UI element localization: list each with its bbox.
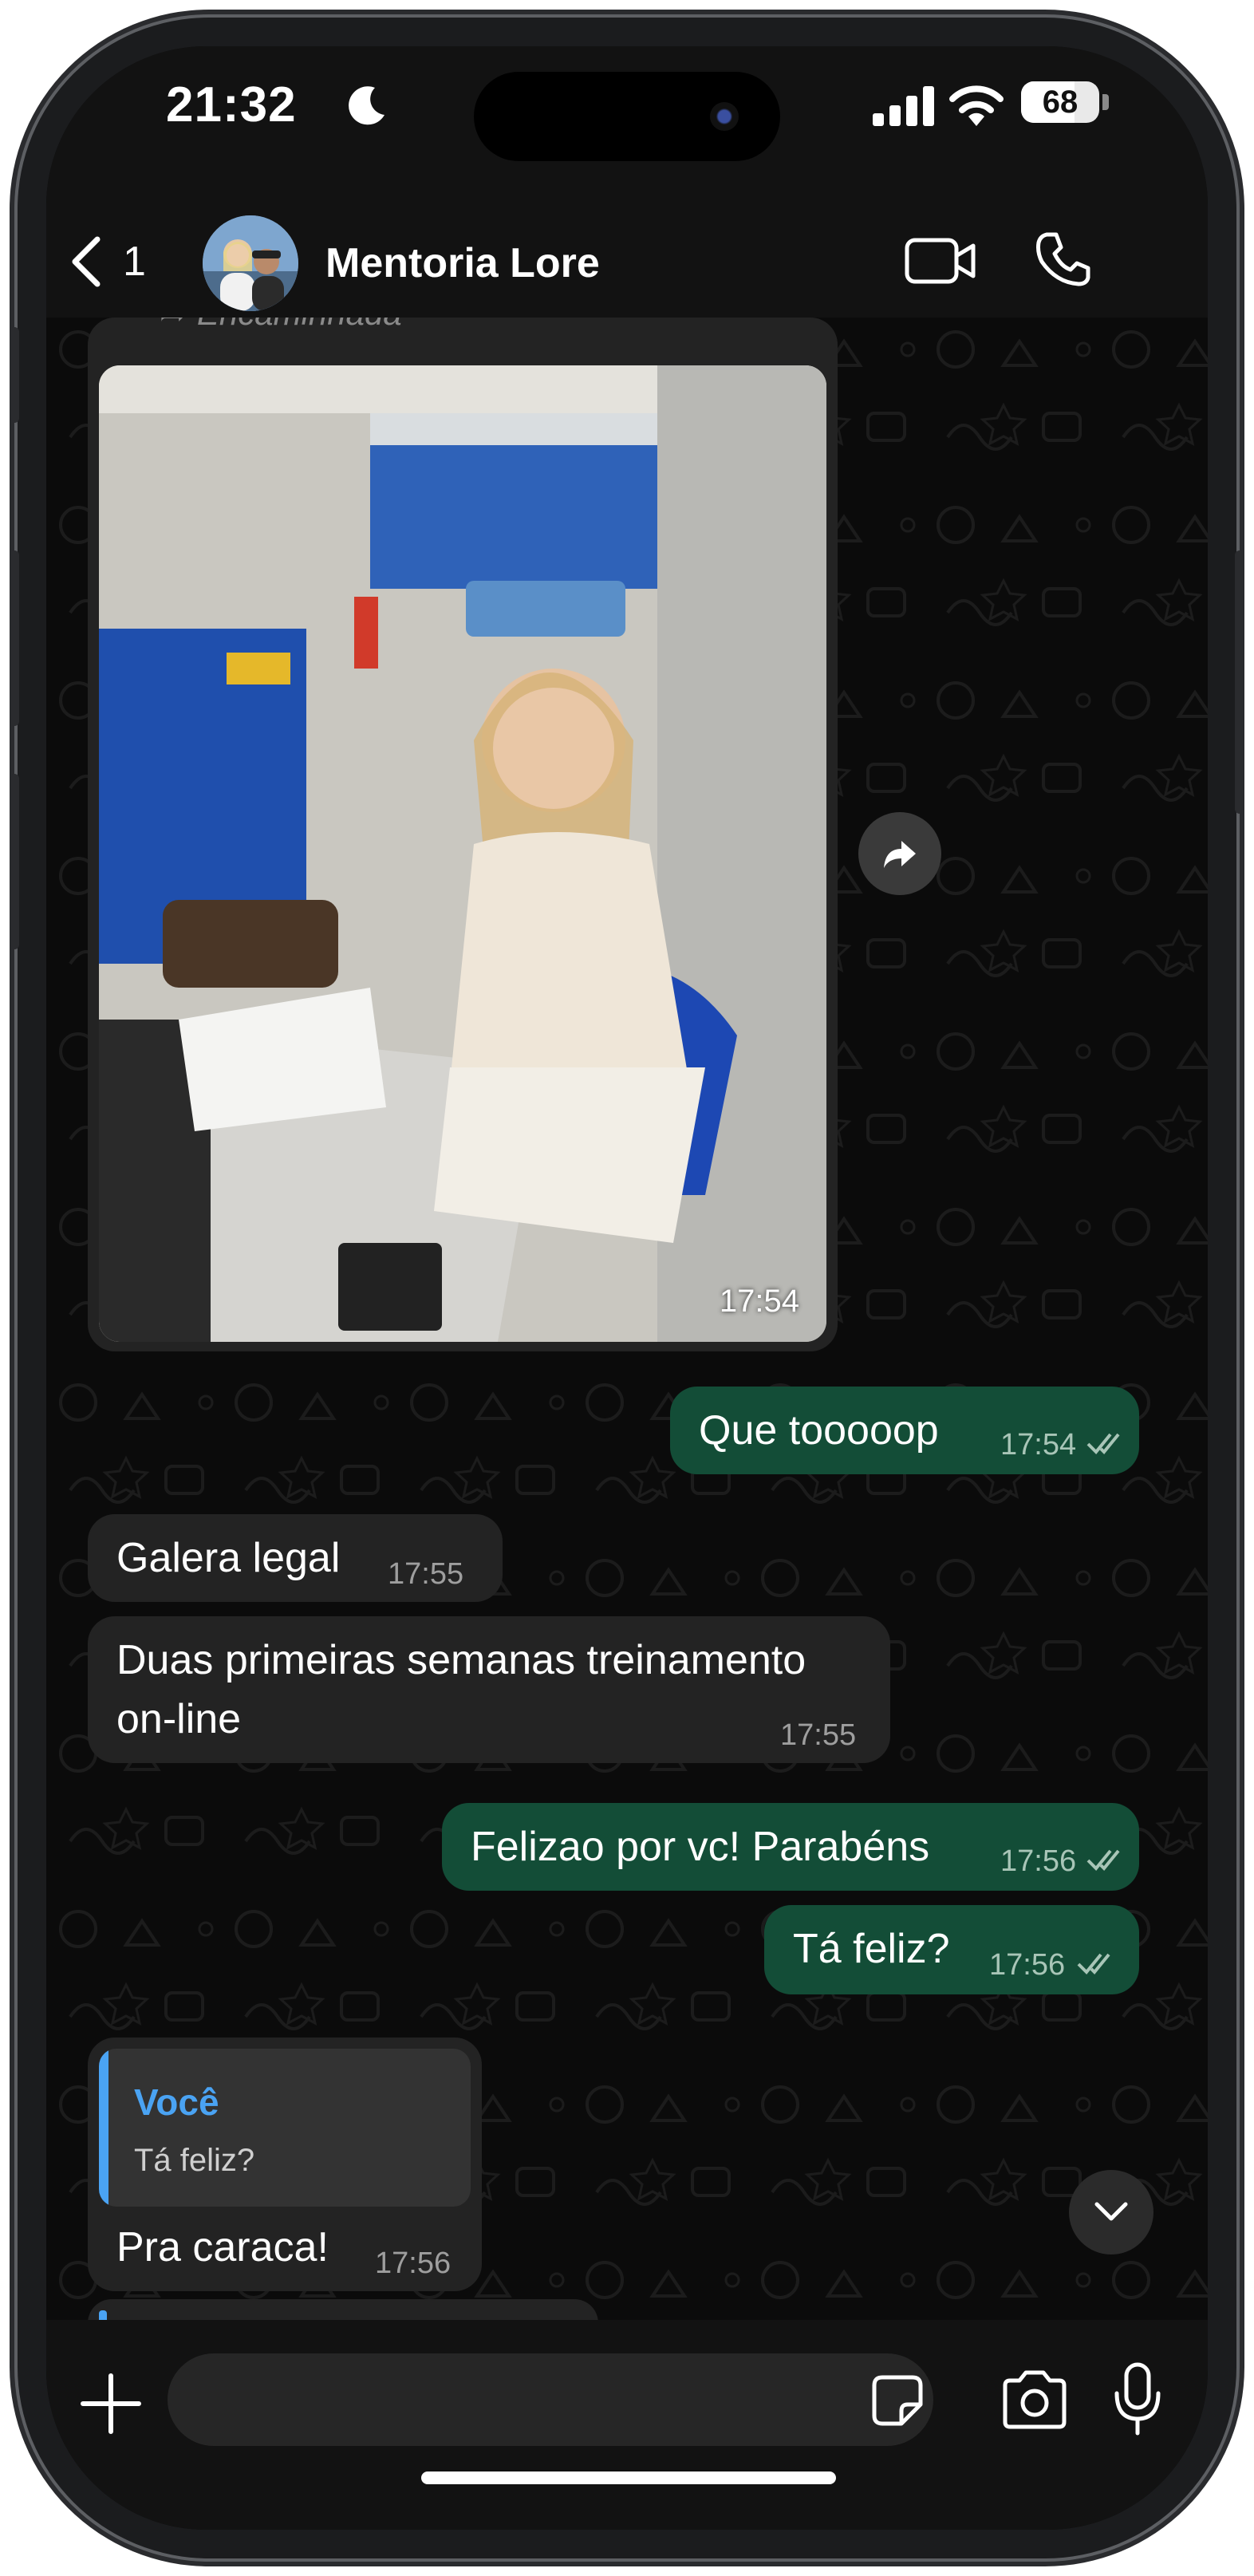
avatar-photo bbox=[203, 215, 298, 311]
message-text: Galera legal bbox=[116, 1535, 341, 1581]
message-timestamp: 17:55 bbox=[780, 1718, 857, 1752]
message-timestamp: 17:56 bbox=[989, 1948, 1066, 1982]
reply-accent-bar bbox=[99, 2049, 108, 2207]
message-text: Tá feliz? bbox=[793, 1926, 950, 1972]
message-timestamp: 17:56 bbox=[375, 2247, 452, 2280]
scroll-to-bottom-button[interactable] bbox=[1069, 2170, 1153, 2254]
incoming-message[interactable]: Duas primeiras semanas treinamento on-li… bbox=[88, 1616, 890, 1763]
chevron-left-icon bbox=[72, 236, 101, 287]
forward-arrow-icon: ➦ bbox=[160, 318, 197, 332]
power-button bbox=[1235, 550, 1244, 814]
dynamic-island bbox=[474, 72, 780, 161]
incoming-reply-message[interactable]: Você Tá feliz? Pra caraca! 17:56 bbox=[88, 2038, 482, 2291]
forwarded-image-message[interactable]: ➦ Encaminhada bbox=[88, 318, 838, 1351]
chat-messages[interactable]: ➦ Encaminhada bbox=[46, 318, 1208, 2320]
video-camera-icon[interactable] bbox=[905, 238, 976, 284]
front-camera bbox=[710, 102, 739, 131]
forwarded-label: ➦ Encaminhada bbox=[160, 318, 402, 333]
outgoing-message[interactable]: Felizao por vc! Parabéns 17:56 bbox=[442, 1803, 1139, 1891]
message-timestamp: 17:56 bbox=[1000, 1844, 1077, 1878]
volume-down-button bbox=[10, 774, 19, 949]
message-timestamp: 17:55 bbox=[388, 1557, 464, 1591]
message-input[interactable] bbox=[168, 2353, 933, 2446]
cellular-signal-icon bbox=[873, 86, 934, 126]
volume-up-button bbox=[10, 550, 19, 726]
microphone-icon[interactable] bbox=[1112, 2361, 1163, 2438]
reply-accent-bar bbox=[99, 2310, 107, 2320]
read-ticks-icon bbox=[1086, 1433, 1120, 1454]
message-timestamp: 17:54 bbox=[1000, 1428, 1077, 1462]
outgoing-message[interactable]: Que tooooop 17:54 bbox=[670, 1387, 1139, 1474]
forwarded-label-text: Encaminhada bbox=[197, 318, 402, 332]
chat-header: 1 Mentoria Lore bbox=[46, 206, 1208, 318]
incoming-message[interactable]: Galera legal 17:55 bbox=[88, 1514, 503, 1602]
moon-icon bbox=[349, 86, 384, 125]
avatar[interactable] bbox=[203, 215, 298, 311]
message-composer bbox=[46, 2320, 1208, 2530]
share-icon bbox=[884, 841, 916, 868]
share-button[interactable] bbox=[858, 812, 941, 895]
message-text: Felizao por vc! Parabéns bbox=[471, 1824, 930, 1870]
image-timestamp: 17:54 bbox=[719, 1284, 799, 1319]
home-indicator[interactable] bbox=[421, 2471, 836, 2484]
read-ticks-icon bbox=[1077, 1953, 1110, 1974]
camera-icon[interactable] bbox=[1000, 2368, 1069, 2432]
message-text-line2: on-line bbox=[116, 1696, 242, 1742]
chevron-down-icon bbox=[1094, 2202, 1128, 2221]
status-time: 21:32 bbox=[166, 77, 297, 132]
photo-image bbox=[99, 365, 826, 1342]
quoted-reply[interactable]: Você Tá feliz? bbox=[99, 2049, 471, 2207]
message-text-line1: Duas primeiras semanas treinamento bbox=[116, 1637, 806, 1683]
message-text: Que tooooop bbox=[699, 1407, 939, 1454]
phone-icon[interactable] bbox=[1035, 231, 1091, 287]
action-button bbox=[10, 327, 19, 423]
reply-author: Você bbox=[134, 2081, 219, 2123]
message-photo[interactable]: 17:54 bbox=[99, 365, 826, 1342]
unread-count: 1 bbox=[123, 239, 146, 285]
outgoing-message[interactable]: Tá feliz? 17:56 bbox=[764, 1905, 1139, 1994]
chat-title[interactable]: Mentoria Lore bbox=[325, 239, 600, 287]
battery-percentage: 68 bbox=[1042, 85, 1079, 120]
message-text: Pra caraca! bbox=[116, 2224, 329, 2270]
plus-icon[interactable] bbox=[75, 2368, 147, 2440]
back-button[interactable]: 1 bbox=[70, 222, 166, 302]
sticker-icon[interactable] bbox=[871, 2374, 924, 2427]
read-ticks-icon bbox=[1086, 1849, 1120, 1871]
wifi-icon bbox=[949, 85, 1004, 126]
status-bar: 21:32 68 bbox=[46, 46, 1208, 206]
battery-cap bbox=[1102, 94, 1109, 110]
partial-incoming-message[interactable] bbox=[88, 2299, 598, 2320]
battery-indicator: 68 bbox=[1021, 81, 1099, 123]
phone-screen: 21:32 68 1 Mentoria Lore 17:54 Que toooo… bbox=[46, 46, 1208, 2530]
reply-quoted-text: Tá feliz? bbox=[134, 2143, 255, 2178]
